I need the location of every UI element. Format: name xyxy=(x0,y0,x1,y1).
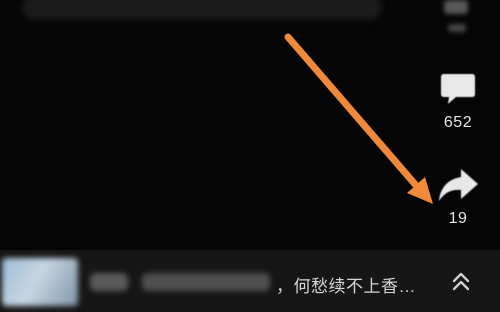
double-chevron-up-icon[interactable] xyxy=(446,268,476,296)
share-count: 19 xyxy=(448,210,468,227)
top-search-bar[interactable] xyxy=(22,0,382,20)
video-player-screen: 652 19 ，何愁续不上香… xyxy=(0,0,500,312)
top-action-icon[interactable] xyxy=(436,0,476,44)
music-cover-thumbnail[interactable] xyxy=(2,258,78,306)
share-button[interactable]: 19 xyxy=(420,166,496,228)
blurred-caption-text xyxy=(142,273,270,291)
music-bar[interactable]: ，何愁续不上香… xyxy=(0,250,500,312)
music-title: ，何愁续不上香… xyxy=(276,277,416,296)
comment-count: 652 xyxy=(443,114,473,131)
comment-button[interactable]: 652 xyxy=(420,70,496,132)
share-arrow-icon xyxy=(439,169,478,201)
blurred-author-text xyxy=(90,273,128,291)
chat-bubble-icon xyxy=(441,74,475,104)
